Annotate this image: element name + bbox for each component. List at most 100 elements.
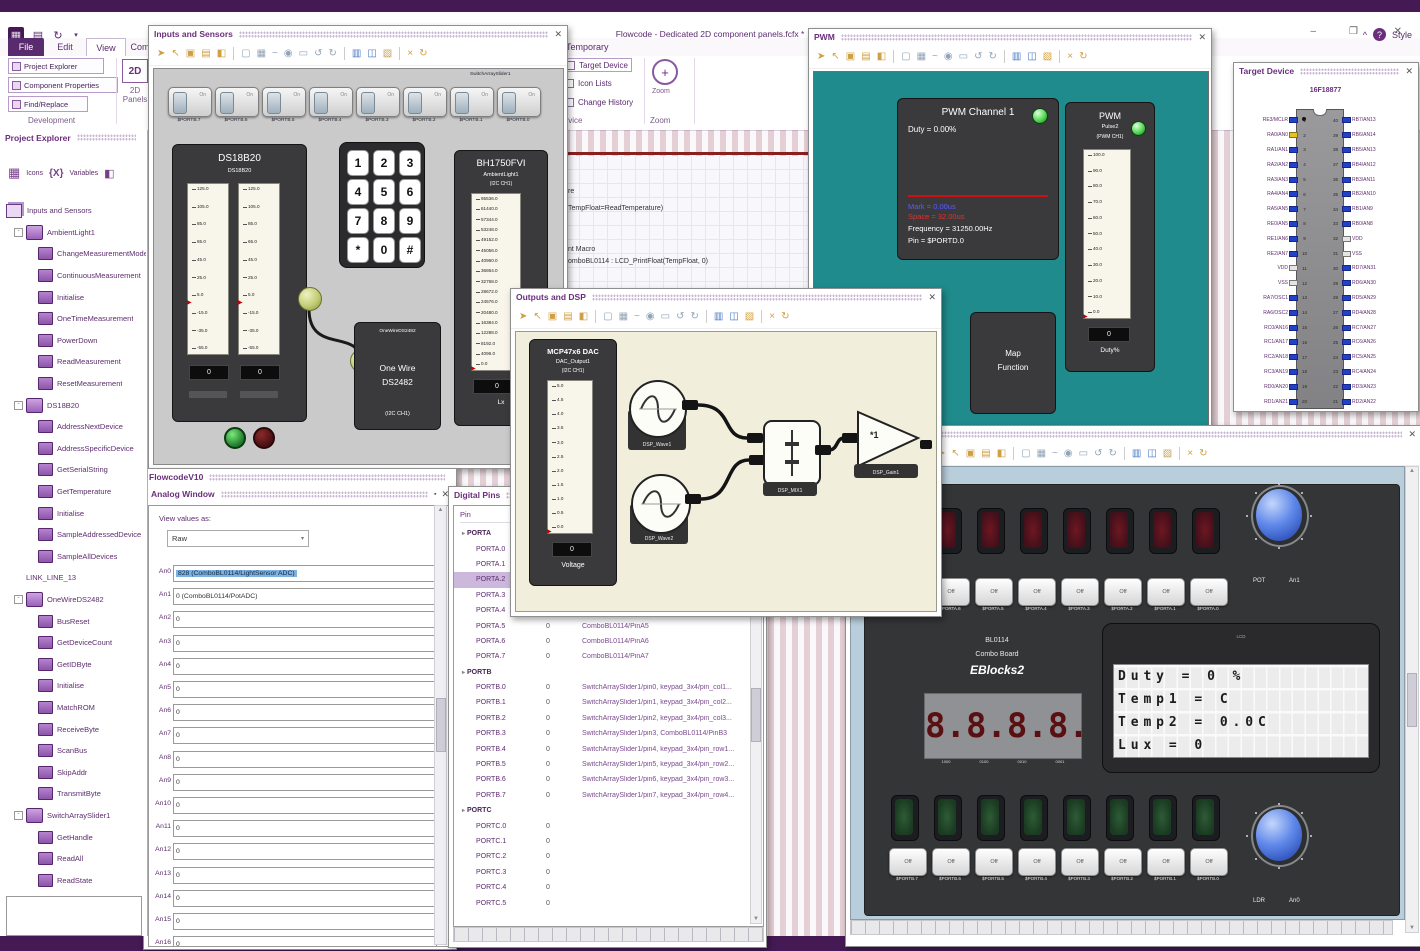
pin-right-icon[interactable]: [1342, 339, 1351, 346]
horizontal-scrollbar[interactable]: [850, 920, 1393, 935]
tree-item[interactable]: ReceiveByte: [2, 718, 146, 740]
button-$PORTB.7[interactable]: Off: [889, 848, 927, 876]
check-icon-lists[interactable]: Icon Lists: [565, 77, 612, 89]
pan-icon[interactable]: ↖: [533, 311, 541, 322]
rotate-left-icon[interactable]: ↺: [974, 51, 982, 62]
pin-right-icon[interactable]: [1342, 383, 1351, 390]
tree-item[interactable]: AddressNextDevice: [2, 416, 146, 438]
expand-arrow-icon[interactable]: ▸: [462, 531, 465, 537]
map-function-card[interactable]: Map Function: [970, 312, 1056, 414]
expander-icon[interactable]: -: [14, 810, 23, 820]
pin-right-icon[interactable]: [1342, 309, 1351, 316]
macros-tab-icon[interactable]: ◧: [104, 167, 114, 180]
flowchart-call-macro[interactable]: TempFloat=ReadTemperature): [568, 205, 663, 212]
tree-item[interactable]: LINK_LINE_13: [2, 567, 146, 589]
pin-right-icon[interactable]: [1342, 368, 1351, 375]
analog-value-input[interactable]: 0: [173, 704, 437, 722]
properties-icon[interactable]: ▦: [257, 48, 266, 59]
dsp-panel-canvas[interactable]: MCP47x6 DAC DAC_Output1 (I2C CH1) 5.0 4.5…: [515, 331, 937, 612]
switch-$PORTB.2[interactable]: On: [403, 87, 447, 117]
window-caption[interactable]: Target Device ✕: [1234, 63, 1418, 79]
expander-icon[interactable]: -: [14, 227, 23, 237]
slider-marker-icon[interactable]: ▶: [187, 300, 192, 306]
camera-icon[interactable]: ▭: [1079, 448, 1088, 459]
pin-row-PORTB.4[interactable]: PORTB.4 0 SwitchArraySlider1/pin4, keypad_…: [454, 741, 749, 756]
tree-item[interactable]: Inputs and Sensors: [2, 200, 146, 222]
camera-icon[interactable]: ▭: [661, 311, 670, 322]
button-$PORTB.2[interactable]: Off: [1104, 848, 1142, 876]
pin-row-PORTA.5[interactable]: PORTA.5 0 ComboBL0114/PinA5: [454, 618, 749, 633]
keypad-key-1[interactable]: 1: [347, 150, 369, 176]
2d-panel-button[interactable]: 2D: [122, 59, 148, 83]
paste-icon[interactable]: ▤: [563, 311, 572, 322]
duplicate-icon[interactable]: ◧: [877, 51, 886, 62]
rest restore-button[interactable]: ❐: [1349, 26, 1358, 37]
window-caption[interactable]: PWM ✕: [809, 29, 1211, 45]
horizontal-scrollbar[interactable]: [453, 927, 764, 942]
tree-item[interactable]: GetSerialString: [2, 459, 146, 481]
tree-item[interactable]: SkipAddr: [2, 761, 146, 783]
wire-icon[interactable]: ~: [634, 311, 640, 322]
scope-icon[interactable]: ◫: [1147, 448, 1156, 459]
analog-value-input[interactable]: 0: [173, 634, 437, 652]
pin-right-icon[interactable]: [1342, 220, 1351, 227]
window-caption[interactable]: FlowcodeV10: [144, 469, 456, 485]
pin-left-icon[interactable]: [1289, 398, 1298, 405]
zoom-dropdown[interactable]: Zoom: [652, 88, 670, 95]
pin-left-icon[interactable]: [1289, 220, 1298, 227]
pin-icon[interactable]: ◉: [284, 48, 293, 59]
pin-left-icon[interactable]: [1289, 354, 1298, 361]
dsp-mixer-plate[interactable]: DSP_MIX1: [763, 482, 817, 496]
cursor-icon[interactable]: ➤: [817, 51, 825, 62]
ldr-knob[interactable]: [1249, 803, 1309, 869]
button-$PORTA.0[interactable]: Off: [1190, 578, 1228, 606]
zoom-icon[interactable]: +: [652, 59, 678, 85]
copy-icon[interactable]: ▣: [966, 448, 975, 459]
pin-row-PORTB.1[interactable]: PORTB.1 0 SwitchArraySlider1/pin1, keypad_…: [454, 695, 749, 710]
green-led-icon[interactable]: [1106, 795, 1134, 841]
pin-icon[interactable]: ◉: [646, 311, 655, 322]
red-led-icon[interactable]: [977, 508, 1005, 554]
pin-right-icon[interactable]: [1342, 398, 1351, 405]
duplicate-icon[interactable]: ◧: [997, 448, 1006, 459]
close-icon[interactable]: ✕: [1198, 32, 1206, 42]
analog-value-input[interactable]: 0: [173, 657, 437, 675]
green-led-icon[interactable]: [934, 795, 962, 841]
analog-value-input[interactable]: 0: [173, 797, 437, 814]
keypad-key-0[interactable]: 0: [373, 237, 395, 263]
analog-value-input[interactable]: 0: [173, 843, 437, 861]
refresh-icon[interactable]: ↻: [1079, 51, 1087, 62]
pin-right-icon[interactable]: [1342, 294, 1351, 301]
button-$PORTB.6[interactable]: Off: [932, 848, 970, 876]
button-$PORTB.3[interactable]: Off: [1061, 848, 1099, 876]
scope-icon[interactable]: ◫: [367, 48, 376, 59]
slider-marker-icon[interactable]: ▶: [1083, 314, 1088, 320]
rotate-right-icon[interactable]: ↻: [1108, 448, 1116, 459]
red-led-icon[interactable]: [253, 427, 275, 449]
console-icon[interactable]: ▧: [1043, 51, 1052, 62]
cursor-icon[interactable]: ➤: [157, 48, 165, 59]
copy-icon[interactable]: ▣: [186, 48, 195, 59]
red-led-icon[interactable]: [1020, 508, 1048, 554]
pin-left-icon[interactable]: [1289, 265, 1298, 272]
scroll-thumb[interactable]: [1407, 672, 1417, 727]
check-change-history[interactable]: Change History: [565, 96, 633, 108]
tree-item[interactable]: - DS18B20: [2, 394, 146, 416]
pin-right-icon[interactable]: [1342, 250, 1351, 257]
tree-item[interactable]: AddressSpecificDevice: [2, 438, 146, 460]
switch-$PORTB.1[interactable]: On: [450, 87, 494, 117]
pin-row-PORTC.3[interactable]: PORTC.3 0: [454, 865, 749, 880]
pwm-duty-slider[interactable]: 100.0 90.0 80.0 70.0 60.0 50.0 40.0 30.0 20.0 10.…: [1083, 149, 1131, 320]
tree-item[interactable]: GetDeviceCount: [2, 632, 146, 654]
rotate-left-icon[interactable]: ↺: [1094, 448, 1102, 459]
pin-right-icon[interactable]: [1342, 146, 1351, 153]
properties-icon[interactable]: ▦: [619, 311, 628, 322]
camera-icon[interactable]: ▭: [959, 51, 968, 62]
scroll-down-icon[interactable]: ▼: [1409, 925, 1415, 931]
tab-file[interactable]: File: [8, 38, 44, 56]
pan-icon[interactable]: ↖: [171, 48, 179, 59]
pin-right-icon[interactable]: [1342, 265, 1351, 272]
button-$PORTB.0[interactable]: Off: [1190, 848, 1228, 876]
button-$PORTA.1[interactable]: Off: [1147, 578, 1185, 606]
analog-value-input[interactable]: 0: [173, 750, 437, 768]
